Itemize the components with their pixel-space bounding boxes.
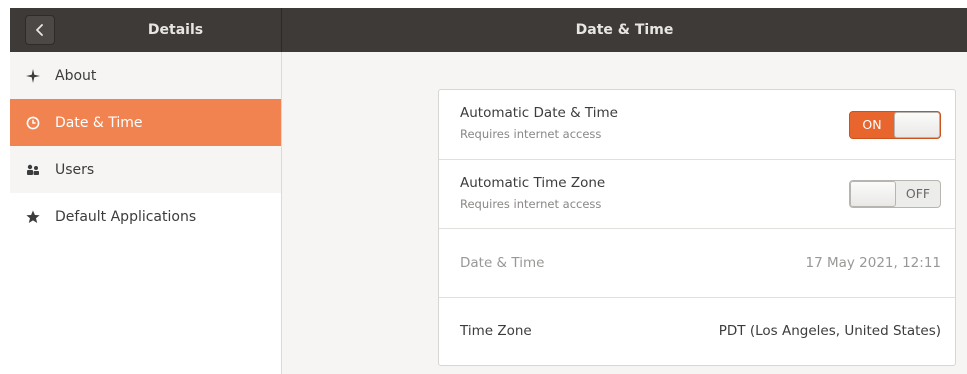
date-time-value: 17 May 2021, 12:11 — [805, 255, 941, 271]
back-button[interactable] — [25, 15, 55, 45]
star-icon — [25, 209, 41, 225]
sidebar-item-label: Users — [55, 161, 95, 178]
automatic-time-zone-row: Automatic Time Zone Requires internet ac… — [439, 160, 955, 229]
automatic-date-time-title: Automatic Date & Time — [460, 105, 618, 121]
page-title: Date & Time — [575, 22, 674, 38]
switch-knob — [894, 112, 940, 138]
sidebar-item-date-time[interactable]: Date & Time — [10, 99, 281, 146]
users-icon — [25, 162, 41, 178]
sidebar-item-users[interactable]: Users — [10, 146, 281, 193]
header-left-title: Details — [147, 22, 204, 38]
sparkle-icon — [25, 68, 41, 84]
sidebar-item-default-applications[interactable]: Default Applications — [10, 193, 281, 240]
automatic-date-time-row: Automatic Date & Time Requires internet … — [439, 90, 955, 160]
settings-panel: Automatic Date & Time Requires internet … — [438, 89, 956, 366]
switch-state-label: OFF — [905, 186, 931, 201]
time-zone-title: Time Zone — [460, 323, 532, 339]
automatic-date-time-switch[interactable]: ON — [849, 111, 941, 139]
clock-icon — [25, 115, 41, 131]
sidebar-item-label: Default Applications — [55, 208, 197, 225]
time-zone-value: PDT (Los Angeles, United States) — [718, 323, 941, 339]
automatic-date-time-subtitle: Requires internet access — [460, 127, 602, 141]
time-zone-row[interactable]: Time Zone PDT (Los Angeles, United State… — [439, 298, 955, 365]
date-time-row[interactable]: Date & Time 17 May 2021, 12:11 — [439, 229, 955, 298]
switch-knob — [850, 181, 896, 207]
automatic-time-zone-switch[interactable]: OFF — [849, 180, 941, 208]
header-bar: Details Date & Time — [10, 8, 967, 52]
switch-state-label: ON — [862, 117, 882, 132]
sidebar-item-about[interactable]: About — [10, 52, 281, 99]
automatic-time-zone-title: Automatic Time Zone — [460, 175, 606, 191]
header-left-section: Details — [10, 8, 282, 52]
settings-window: Details Date & Time About Date & Time Us… — [10, 8, 967, 374]
sidebar-item-label: About — [55, 67, 97, 84]
date-time-title: Date & Time — [460, 255, 545, 271]
sidebar: About Date & Time Users Default Applicat… — [10, 52, 282, 374]
content-area: Automatic Date & Time Requires internet … — [282, 52, 967, 374]
automatic-time-zone-subtitle: Requires internet access — [460, 197, 602, 211]
sidebar-item-label: Date & Time — [55, 114, 143, 131]
chevron-left-icon — [36, 24, 43, 36]
